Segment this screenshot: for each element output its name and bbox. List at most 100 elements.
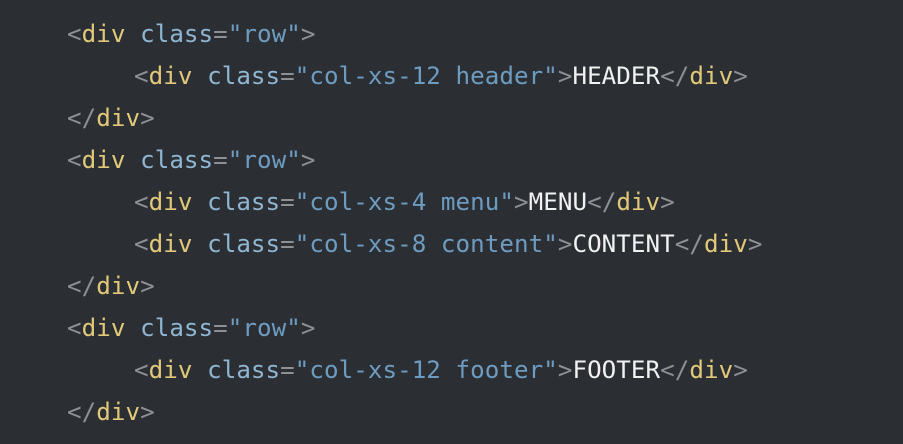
tag-name: div xyxy=(81,20,126,48)
code-line: <div class="row"> xyxy=(0,307,903,349)
open-bracket: < xyxy=(134,62,149,90)
close-bracket: > xyxy=(557,230,573,258)
open-bracket: < xyxy=(67,20,82,48)
close-bracket: > xyxy=(660,188,675,216)
open-bracket: < xyxy=(134,356,149,384)
code-editor[interactable]: <div class="row"> <div class="col-xs-12 h… xyxy=(0,0,903,444)
equals-sign: = xyxy=(280,188,295,216)
quote: " xyxy=(227,20,243,48)
closing-tag-name: div xyxy=(96,272,141,300)
open-close-bracket: </ xyxy=(67,272,97,300)
close-bracket: > xyxy=(300,20,316,48)
code-line: </div> xyxy=(0,265,903,307)
quote: " xyxy=(543,62,558,90)
quote: " xyxy=(294,62,310,90)
quote: " xyxy=(543,356,558,384)
tag-name: div xyxy=(81,146,126,174)
close-bracket: > xyxy=(140,398,155,426)
closing-tag-name: div xyxy=(96,104,141,132)
quote: " xyxy=(543,230,558,258)
code-block: <div class="row"> <div class="col-xs-12 h… xyxy=(0,13,903,433)
attribute-value: col-xs-12 footer xyxy=(309,356,544,384)
close-bracket: > xyxy=(300,146,316,174)
attribute-value: col-xs-8 content xyxy=(309,230,544,258)
attribute-value: col-xs-12 header xyxy=(309,62,544,90)
code-line: <div class="col-xs-4 menu">MENU</div> xyxy=(0,181,903,223)
attribute-name: class xyxy=(207,188,281,216)
open-close-bracket: </ xyxy=(67,398,97,426)
code-line: </div> xyxy=(0,97,903,139)
equals-sign: = xyxy=(213,20,228,48)
open-bracket: < xyxy=(67,314,82,342)
attribute-value: row xyxy=(242,20,287,48)
quote: " xyxy=(286,314,301,342)
attribute-name: class xyxy=(207,62,281,90)
quote: " xyxy=(294,356,310,384)
quote: " xyxy=(499,188,514,216)
closing-tag-name: div xyxy=(616,188,661,216)
closing-tag-name: div xyxy=(96,398,141,426)
open-bracket: < xyxy=(67,146,82,174)
attribute-name: class xyxy=(207,356,281,384)
tag-name: div xyxy=(148,62,193,90)
open-bracket: < xyxy=(134,188,149,216)
open-close-bracket: </ xyxy=(660,62,690,90)
open-close-bracket: </ xyxy=(587,188,617,216)
tag-name: div xyxy=(148,230,193,258)
closing-tag-name: div xyxy=(689,62,734,90)
code-line: <div class="col-xs-8 content">CONTENT</d… xyxy=(0,223,903,265)
close-bracket: > xyxy=(733,62,748,90)
tag-name: div xyxy=(148,356,193,384)
close-bracket: > xyxy=(300,314,316,342)
open-bracket: < xyxy=(134,230,149,258)
code-line: <div class="col-xs-12 footer">FOOTER</di… xyxy=(0,349,903,391)
attribute-name: class xyxy=(207,230,281,258)
equals-sign: = xyxy=(213,146,228,174)
attribute-value: col-xs-4 menu xyxy=(309,188,500,216)
open-close-bracket: </ xyxy=(674,230,704,258)
equals-sign: = xyxy=(280,356,295,384)
close-bracket: > xyxy=(514,188,529,216)
equals-sign: = xyxy=(213,314,228,342)
attribute-value: row xyxy=(242,146,287,174)
closing-tag-name: div xyxy=(703,230,748,258)
open-close-bracket: </ xyxy=(67,104,97,132)
quote: " xyxy=(286,146,301,174)
element-text: FOOTER xyxy=(572,356,661,384)
quote: " xyxy=(294,188,310,216)
close-bracket: > xyxy=(557,62,573,90)
code-line: <div class="row"> xyxy=(0,139,903,181)
tag-name: div xyxy=(148,188,193,216)
element-text: HEADER xyxy=(572,62,661,90)
close-bracket: > xyxy=(557,356,573,384)
open-close-bracket: </ xyxy=(660,356,690,384)
quote: " xyxy=(227,146,243,174)
element-text: CONTENT xyxy=(572,230,675,258)
close-bracket: > xyxy=(140,272,155,300)
equals-sign: = xyxy=(280,62,295,90)
quote: " xyxy=(286,20,301,48)
attribute-name: class xyxy=(140,146,214,174)
attribute-name: class xyxy=(140,20,214,48)
element-text: MENU xyxy=(528,188,588,216)
attribute-value: row xyxy=(242,314,287,342)
close-bracket: > xyxy=(747,230,763,258)
tag-name: div xyxy=(81,314,126,342)
quote: " xyxy=(227,314,243,342)
attribute-name: class xyxy=(140,314,214,342)
close-bracket: > xyxy=(733,356,748,384)
code-line: </div> xyxy=(0,391,903,433)
code-line: <div class="col-xs-12 header">HEADER</di… xyxy=(0,55,903,97)
close-bracket: > xyxy=(140,104,155,132)
quote: " xyxy=(294,230,310,258)
closing-tag-name: div xyxy=(689,356,734,384)
code-line: <div class="row"> xyxy=(0,13,903,55)
equals-sign: = xyxy=(280,230,295,258)
